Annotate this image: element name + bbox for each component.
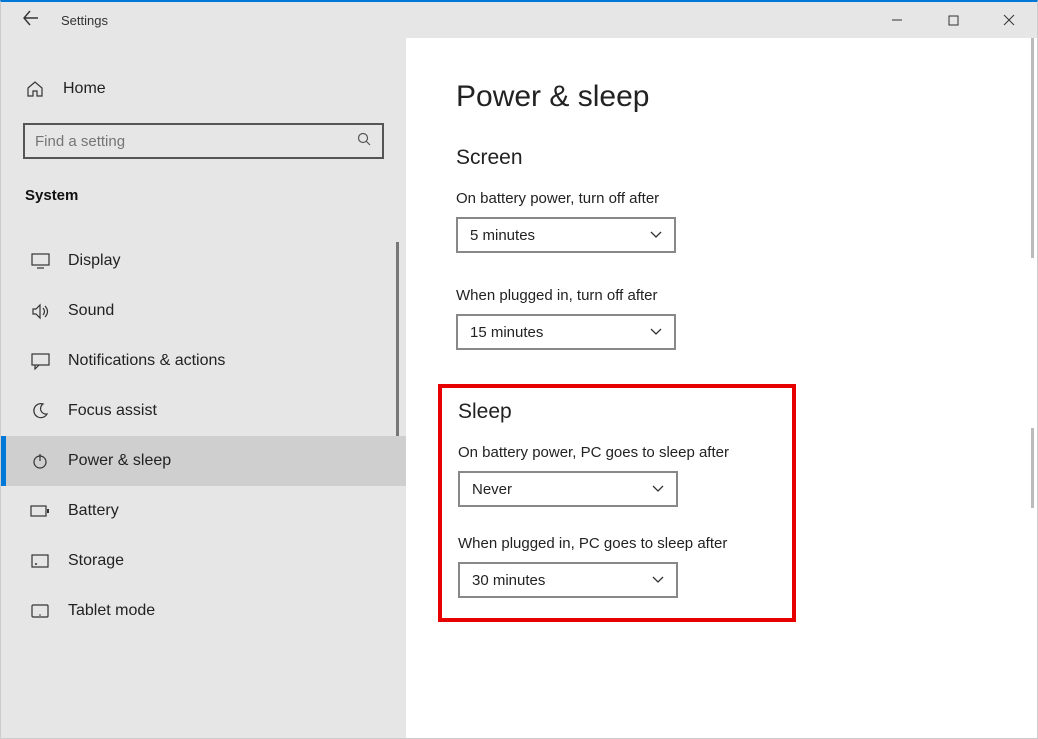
titlebar: Settings bbox=[1, 2, 1037, 38]
home-icon bbox=[25, 80, 45, 98]
window-controls bbox=[869, 2, 1037, 38]
sidebar-item-power[interactable]: Power & sleep bbox=[1, 436, 406, 486]
settings-window: Settings Home bbox=[0, 0, 1038, 739]
content-scrollbar-top[interactable] bbox=[1031, 38, 1034, 258]
back-arrow-icon[interactable] bbox=[21, 9, 39, 32]
sidebar-home[interactable]: Home bbox=[1, 76, 406, 108]
sidebar-item-label: Notifications & actions bbox=[68, 352, 225, 370]
sidebar-home-label: Home bbox=[63, 80, 106, 98]
sidebar-item-label: Tablet mode bbox=[68, 602, 155, 620]
chevron-down-icon bbox=[650, 325, 662, 339]
search-input[interactable] bbox=[35, 133, 357, 150]
monitor-icon bbox=[30, 253, 50, 270]
search-icon bbox=[357, 132, 372, 151]
power-icon bbox=[30, 452, 50, 470]
close-button[interactable] bbox=[981, 2, 1037, 38]
screen-battery-dropdown[interactable]: 5 minutes bbox=[456, 217, 676, 253]
sidebar-item-focus[interactable]: Focus assist bbox=[1, 386, 406, 436]
sidebar-group-system: System bbox=[1, 177, 406, 216]
sound-icon bbox=[30, 303, 50, 320]
titlebar-left: Settings bbox=[1, 2, 406, 38]
battery-icon bbox=[30, 505, 50, 517]
sleep-highlight: Sleep On battery power, PC goes to sleep… bbox=[438, 384, 796, 622]
chevron-down-icon bbox=[652, 573, 664, 587]
main-panel: Power & sleep Screen On battery power, t… bbox=[406, 38, 1037, 738]
content: Home System Display bbox=[1, 38, 1037, 738]
chevron-down-icon bbox=[650, 228, 662, 242]
sidebar: Home System Display bbox=[1, 38, 406, 738]
content-scrollbar-mid[interactable] bbox=[1031, 428, 1034, 508]
minimize-button[interactable] bbox=[869, 2, 925, 38]
sleep-plugged-dropdown[interactable]: 30 minutes bbox=[458, 562, 678, 598]
app-title: Settings bbox=[61, 13, 108, 28]
sleep-battery-label: On battery power, PC goes to sleep after bbox=[458, 444, 776, 461]
dropdown-value: 5 minutes bbox=[470, 227, 535, 244]
sidebar-item-label: Power & sleep bbox=[68, 452, 171, 470]
maximize-button[interactable] bbox=[925, 2, 981, 38]
storage-icon bbox=[30, 554, 50, 568]
sidebar-item-storage[interactable]: Storage bbox=[1, 536, 406, 586]
chat-icon bbox=[30, 353, 50, 370]
dropdown-value: 30 minutes bbox=[472, 572, 545, 589]
screen-plugged-dropdown[interactable]: 15 minutes bbox=[456, 314, 676, 350]
sleep-plugged-label: When plugged in, PC goes to sleep after bbox=[458, 535, 776, 552]
sidebar-item-notifications[interactable]: Notifications & actions bbox=[1, 336, 406, 386]
screen-battery-label: On battery power, turn off after bbox=[456, 190, 987, 207]
sidebar-item-label: Focus assist bbox=[68, 402, 157, 420]
screen-plugged-label: When plugged in, turn off after bbox=[456, 287, 987, 304]
sleep-battery-dropdown[interactable]: Never bbox=[458, 471, 678, 507]
chevron-down-icon bbox=[652, 482, 664, 496]
sidebar-item-label: Storage bbox=[68, 552, 124, 570]
dropdown-value: 15 minutes bbox=[470, 324, 543, 341]
moon-icon bbox=[30, 402, 50, 420]
dropdown-value: Never bbox=[472, 481, 512, 498]
sidebar-item-sound[interactable]: Sound bbox=[1, 286, 406, 336]
nav-list: Display Sound Notifications & actions bbox=[1, 236, 406, 636]
search-box[interactable] bbox=[23, 123, 384, 159]
sidebar-item-label: Sound bbox=[68, 302, 114, 320]
sidebar-item-tablet[interactable]: Tablet mode bbox=[1, 586, 406, 636]
section-screen: Screen bbox=[456, 146, 987, 170]
tablet-icon bbox=[30, 604, 50, 618]
section-sleep: Sleep bbox=[458, 400, 776, 424]
sidebar-item-display[interactable]: Display bbox=[1, 236, 406, 286]
sidebar-item-battery[interactable]: Battery bbox=[1, 486, 406, 536]
page-title: Power & sleep bbox=[456, 80, 987, 114]
search-wrap bbox=[1, 123, 406, 177]
sidebar-item-label: Battery bbox=[68, 502, 119, 520]
sidebar-item-label: Display bbox=[68, 252, 120, 270]
